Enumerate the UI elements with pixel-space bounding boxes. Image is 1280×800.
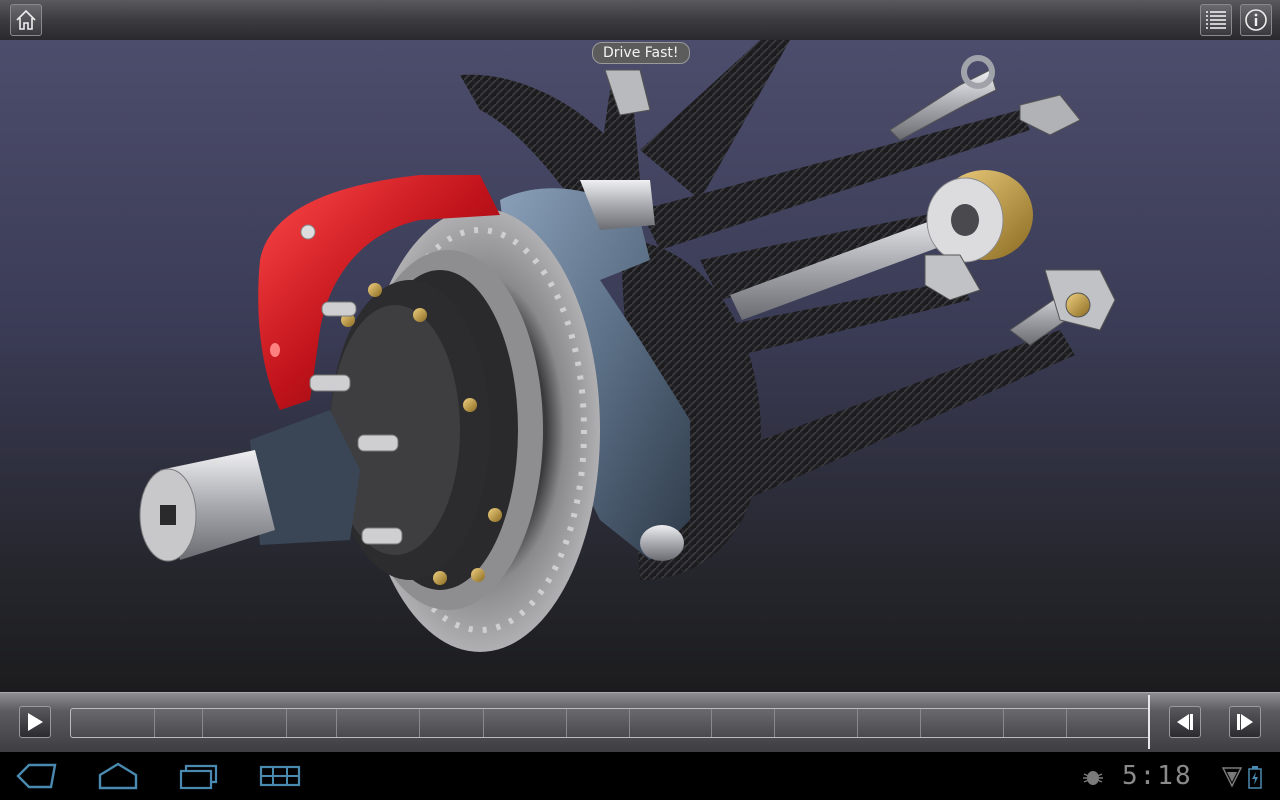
signal-icon [1222, 767, 1242, 788]
step-forward-button[interactable] [1229, 706, 1261, 738]
timeline-tick [857, 709, 858, 737]
animation-timeline [0, 692, 1280, 753]
system-navigation-bar: 5:18 [0, 752, 1280, 800]
info-icon [1245, 9, 1267, 31]
back-button[interactable] [14, 760, 58, 792]
timeline-tick [202, 709, 203, 737]
step-back-button[interactable] [1169, 706, 1201, 738]
status-clock: 5:18 [1122, 761, 1193, 791]
battery-icon [1248, 766, 1262, 789]
timeline-tick [629, 709, 630, 737]
home-button[interactable] [10, 4, 42, 36]
app-grid-button[interactable] [258, 760, 302, 792]
step-forward-icon [1237, 714, 1253, 730]
app-grid-icon [259, 765, 301, 787]
model-viewport[interactable]: Drive Fast! [0, 40, 1280, 692]
timeline-tick [336, 709, 337, 737]
home-icon [16, 9, 36, 30]
back-icon [16, 763, 57, 789]
timeline-tick [566, 709, 567, 737]
timeline-tick [711, 709, 712, 737]
top-toolbar [0, 0, 1280, 41]
play-button[interactable] [19, 706, 51, 738]
timeline-playhead[interactable] [1148, 695, 1150, 749]
timeline-tick [1003, 709, 1004, 737]
timeline-tick [1066, 709, 1067, 737]
play-icon [28, 713, 43, 731]
recent-apps-icon [179, 764, 218, 790]
timeline-track[interactable] [70, 708, 1150, 738]
parts-list-button[interactable] [1200, 4, 1232, 36]
recent-apps-button[interactable] [176, 760, 220, 792]
timeline-tick [920, 709, 921, 737]
info-button[interactable] [1240, 4, 1272, 36]
debug-icon [1083, 771, 1103, 785]
step-back-icon [1177, 714, 1193, 730]
timeline-tick [286, 709, 287, 737]
wheel-hub [139, 280, 502, 585]
timeline-tick [419, 709, 420, 737]
home-nav-button[interactable] [96, 760, 140, 792]
timeline-tick [154, 709, 155, 737]
list-icon [1206, 11, 1226, 29]
timeline-tick [483, 709, 484, 737]
wheel-hub-assembly-model [139, 40, 1116, 652]
model-caption: Drive Fast! [592, 42, 690, 64]
home-icon [98, 762, 138, 790]
timeline-tick [774, 709, 775, 737]
